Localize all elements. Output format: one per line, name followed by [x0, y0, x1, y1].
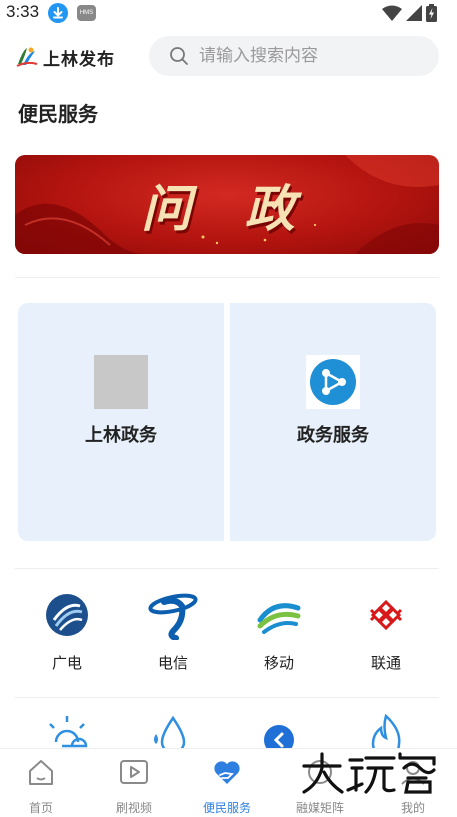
tab-label: 融媒矩阵 [295, 801, 344, 815]
service-card-shanglin-zhengwu[interactable]: 上林政务 [18, 303, 224, 541]
status-bar: 3:33 HMS [0, 0, 457, 26]
search-input[interactable] [199, 46, 429, 66]
tab-services[interactable]: 便民服务 [182, 749, 272, 817]
tab-label: 刷视频 [115, 801, 152, 815]
utility-label: 电信 [157, 654, 188, 672]
download-icon [48, 3, 68, 23]
utility-label: 移动 [263, 654, 294, 672]
divider [15, 697, 439, 698]
signal-icon [406, 5, 422, 21]
divider [15, 277, 439, 278]
heart-hand-icon [214, 761, 240, 784]
china-mobile-logo-icon [257, 594, 301, 636]
top-bar: 上林发布 [0, 34, 457, 80]
logo-text: 上林发布 [43, 49, 115, 70]
search-bar[interactable] [149, 36, 439, 76]
tab-video[interactable]: 刷视频 [89, 749, 179, 817]
utility-liantong[interactable]: 联通 [336, 590, 436, 690]
guangdian-logo-icon [46, 594, 88, 636]
utility-yidong[interactable]: 移动 [229, 590, 329, 690]
wifi-icon [382, 5, 402, 21]
tab-label: 首页 [28, 801, 53, 815]
page-title: 便民服务 [18, 102, 98, 126]
utility-label: 联通 [370, 654, 401, 672]
service-label: 政务服务 [297, 425, 369, 446]
status-time: 3:33 [6, 2, 40, 21]
china-telecom-logo-icon [148, 593, 198, 640]
tab-label: 便民服务 [202, 801, 251, 815]
battery-charging-icon [426, 4, 437, 22]
service-label: 上林政务 [85, 425, 157, 446]
search-icon [170, 47, 188, 65]
utility-label: 广电 [51, 654, 82, 672]
tab-home[interactable]: 首页 [0, 749, 86, 817]
wenzheng-banner[interactable]: 问 政 [15, 155, 439, 254]
banner-title: 问 政 [141, 179, 313, 238]
logo-icon [16, 47, 38, 67]
china-unicom-logo-icon [369, 599, 403, 631]
home-icon [29, 760, 53, 785]
service-card-zhengwu-fuwu[interactable]: 政务服务 [230, 303, 436, 541]
utility-guangdian[interactable]: 广电 [17, 590, 117, 690]
placeholder-image [94, 355, 148, 409]
utility-dianxin[interactable]: 电信 [123, 590, 223, 690]
tab-label: 我的 [400, 801, 425, 815]
share-network-icon [306, 355, 360, 409]
watermark-logo [302, 752, 436, 794]
divider [15, 568, 439, 569]
hms-icon: HMS [77, 5, 96, 21]
status-indicators [382, 4, 437, 22]
app-logo[interactable]: 上林发布 [15, 44, 115, 70]
play-video-icon [120, 760, 148, 784]
